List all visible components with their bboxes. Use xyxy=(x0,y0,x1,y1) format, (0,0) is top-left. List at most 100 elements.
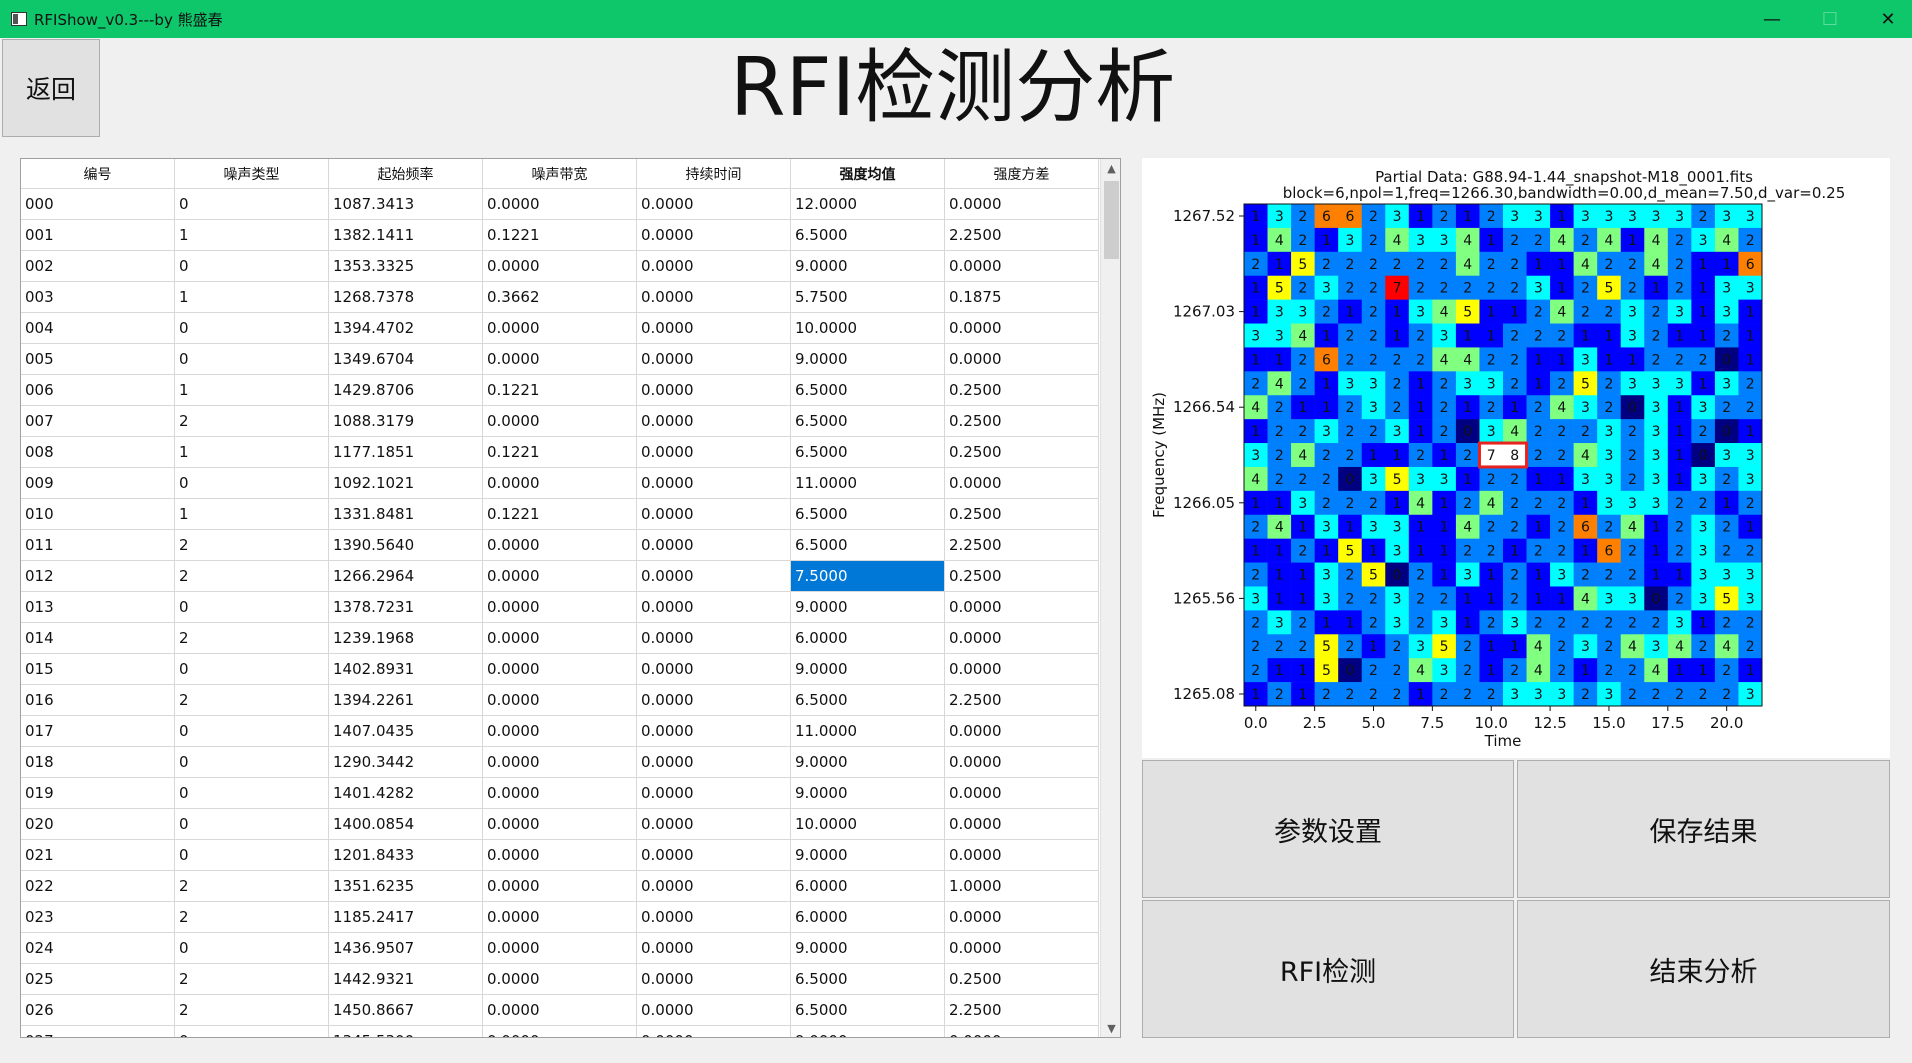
table-cell[interactable]: 2.2500 xyxy=(945,995,1099,1026)
column-header[interactable]: 噪声带宽 xyxy=(483,159,637,189)
table-cell[interactable]: 005 xyxy=(21,344,175,375)
table-cell[interactable]: 0.0000 xyxy=(637,871,791,902)
table-cell[interactable]: 0.2500 xyxy=(945,499,1099,530)
table-cell[interactable]: 2.2500 xyxy=(945,685,1099,716)
table-cell[interactable]: 0.1221 xyxy=(483,437,637,468)
table-cell[interactable]: 0.0000 xyxy=(483,685,637,716)
table-cell[interactable]: 0.0000 xyxy=(483,654,637,685)
table-cell[interactable]: 0.0000 xyxy=(637,437,791,468)
table-cell[interactable]: 0.0000 xyxy=(637,778,791,809)
table-row[interactable]: 020 0 1400.0854 0.0000 0.0000 10.0000 0.0000 xyxy=(21,809,1100,840)
table-cell[interactable]: 2 xyxy=(175,530,329,561)
table-cell[interactable]: 0.0000 xyxy=(945,840,1099,871)
table-cell[interactable]: 1 xyxy=(175,220,329,251)
table-cell[interactable]: 0.0000 xyxy=(637,406,791,437)
table-cell[interactable]: 0.0000 xyxy=(483,344,637,375)
column-header[interactable]: 强度方差 xyxy=(945,159,1099,189)
table-cell[interactable]: 0.0000 xyxy=(637,468,791,499)
table-cell[interactable]: 0.3662 xyxy=(483,282,637,313)
table-cell[interactable]: 003 xyxy=(21,282,175,313)
rfi-results-table[interactable]: 编号 噪声类型 起始频率 噪声带宽 持续时间 强度均值 强度方差 000 0 1087.3413… xyxy=(20,158,1121,1038)
table-cell[interactable]: 10.0000 xyxy=(791,809,945,840)
table-cell[interactable]: 008 xyxy=(21,437,175,468)
table-cell[interactable]: 0.0000 xyxy=(483,530,637,561)
table-cell[interactable]: 1400.0854 xyxy=(329,809,483,840)
table-cell[interactable]: 0.0000 xyxy=(483,1026,637,1037)
table-row[interactable]: 005 0 1349.6704 0.0000 0.0000 9.0000 0.0000 xyxy=(21,344,1100,375)
end-analysis-button[interactable]: 结束分析 xyxy=(1517,900,1890,1038)
table-cell[interactable]: 0.0000 xyxy=(483,933,637,964)
table-cell[interactable]: 2 xyxy=(175,685,329,716)
table-cell[interactable]: 1 xyxy=(175,282,329,313)
table-cell[interactable]: 0.0000 xyxy=(637,530,791,561)
table-cell[interactable]: 0.0000 xyxy=(945,592,1099,623)
table-cell[interactable]: 1378.7231 xyxy=(329,592,483,623)
table-row[interactable]: 003 1 1268.7378 0.3662 0.0000 5.7500 0.1875 xyxy=(21,282,1100,313)
table-cell[interactable]: 1177.1851 xyxy=(329,437,483,468)
table-cell[interactable]: 0.2500 xyxy=(945,437,1099,468)
close-button[interactable]: ✕ xyxy=(1859,0,1912,38)
table-cell[interactable]: 0 xyxy=(175,840,329,871)
table-cell[interactable]: 017 xyxy=(21,716,175,747)
table-cell[interactable]: 0.0000 xyxy=(483,809,637,840)
table-cell[interactable]: 0 xyxy=(175,716,329,747)
table-cell[interactable]: 0.0000 xyxy=(483,778,637,809)
table-row[interactable]: 023 2 1185.2417 0.0000 0.0000 6.0000 0.0000 xyxy=(21,902,1100,933)
table-cell[interactable]: 2.2500 xyxy=(945,220,1099,251)
table-cell[interactable]: 0.0000 xyxy=(945,468,1099,499)
table-cell[interactable]: 1407.0435 xyxy=(329,716,483,747)
table-cell[interactable]: 002 xyxy=(21,251,175,282)
table-body[interactable]: 000 0 1087.3413 0.0000 0.0000 12.0000 0.0000 00… xyxy=(21,189,1100,1037)
column-header[interactable]: 强度均值 xyxy=(791,159,945,189)
table-cell[interactable]: 0.0000 xyxy=(637,251,791,282)
scroll-thumb[interactable] xyxy=(1104,181,1119,259)
table-cell[interactable]: 2 xyxy=(175,995,329,1026)
table-row[interactable]: 02701345.53000.00000.00009.00000.0000 xyxy=(21,1026,1100,1037)
table-row[interactable]: 014 2 1239.1968 0.0000 0.0000 6.0000 0.0000 xyxy=(21,623,1100,654)
table-cell[interactable]: 0 xyxy=(175,592,329,623)
table-cell[interactable]: 0.2500 xyxy=(945,964,1099,995)
table-cell[interactable]: 10.0000 xyxy=(791,313,945,344)
table-cell[interactable]: 0.0000 xyxy=(637,623,791,654)
maximize-button[interactable]: ☐ xyxy=(1801,0,1859,38)
table-cell[interactable]: 1239.1968 xyxy=(329,623,483,654)
table-cell[interactable]: 0 xyxy=(175,251,329,282)
table-cell[interactable]: 016 xyxy=(21,685,175,716)
table-cell[interactable]: 019 xyxy=(21,778,175,809)
table-cell[interactable]: 013 xyxy=(21,592,175,623)
table-cell[interactable]: 6.5000 xyxy=(791,964,945,995)
table-cell[interactable]: 0.0000 xyxy=(945,1026,1099,1037)
table-cell[interactable]: 1450.8667 xyxy=(329,995,483,1026)
table-row[interactable]: 011 2 1390.5640 0.0000 0.0000 6.5000 2.2500 xyxy=(21,530,1100,561)
table-cell[interactable]: 0.0000 xyxy=(945,902,1099,933)
table-cell[interactable]: 006 xyxy=(21,375,175,406)
table-cell[interactable]: 0.0000 xyxy=(945,189,1099,220)
table-cell[interactable]: 0.0000 xyxy=(483,995,637,1026)
table-cell[interactable]: 1394.2261 xyxy=(329,685,483,716)
table-cell[interactable]: 0.0000 xyxy=(945,654,1099,685)
table-cell[interactable]: 0.0000 xyxy=(637,1026,791,1037)
table-cell[interactable]: 0.0000 xyxy=(637,964,791,995)
table-cell[interactable]: 026 xyxy=(21,995,175,1026)
table-cell[interactable]: 0.0000 xyxy=(637,685,791,716)
table-cell[interactable]: 024 xyxy=(21,933,175,964)
table-cell[interactable]: 0.0000 xyxy=(637,189,791,220)
table-cell[interactable]: 0.0000 xyxy=(483,189,637,220)
column-header[interactable]: 起始频率 xyxy=(329,159,483,189)
table-cell[interactable]: 1331.8481 xyxy=(329,499,483,530)
table-cell[interactable]: 1442.9321 xyxy=(329,964,483,995)
table-cell[interactable]: 0.2500 xyxy=(945,406,1099,437)
table-cell[interactable]: 0.0000 xyxy=(945,809,1099,840)
table-cell[interactable]: 0 xyxy=(175,809,329,840)
table-cell[interactable]: 1087.3413 xyxy=(329,189,483,220)
table-cell[interactable]: 0 xyxy=(175,313,329,344)
table-cell[interactable]: 0.0000 xyxy=(483,747,637,778)
table-cell[interactable]: 11.0000 xyxy=(791,468,945,499)
table-cell[interactable]: 0.0000 xyxy=(637,654,791,685)
minimize-button[interactable]: — xyxy=(1743,0,1801,38)
table-cell[interactable]: 0 xyxy=(175,1026,329,1037)
table-cell[interactable]: 014 xyxy=(21,623,175,654)
table-row[interactable]: 015 0 1402.8931 0.0000 0.0000 9.0000 0.0000 xyxy=(21,654,1100,685)
table-cell[interactable]: 1345.5300 xyxy=(329,1026,483,1037)
table-row[interactable]: 025 2 1442.9321 0.0000 0.0000 6.5000 0.2500 xyxy=(21,964,1100,995)
